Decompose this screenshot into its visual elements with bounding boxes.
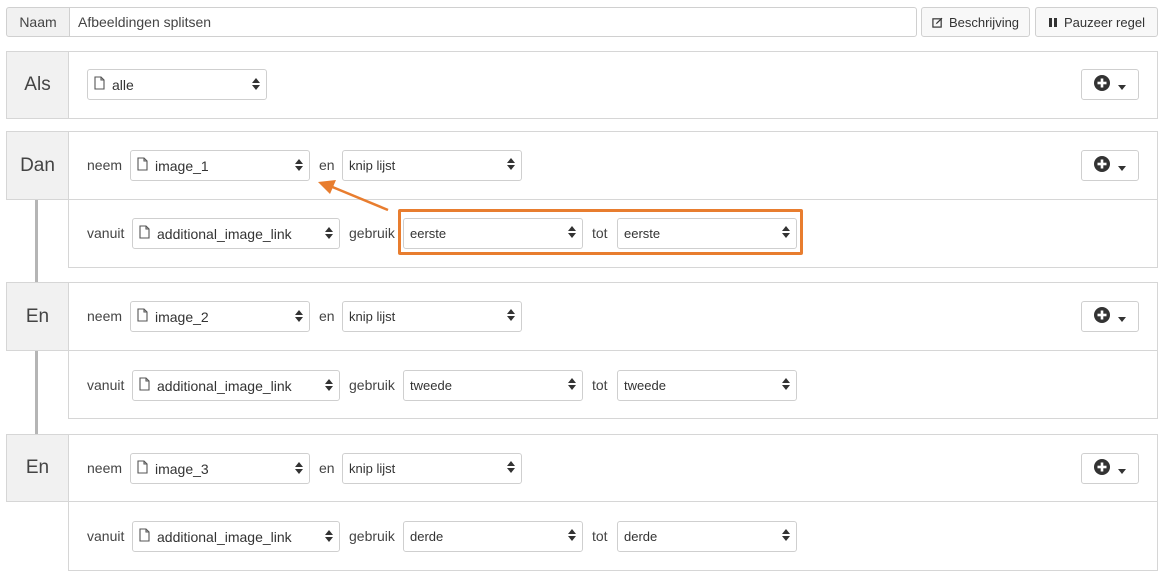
source-field-value: additional_image_link: [157, 225, 292, 242]
sort-arrows-icon: [252, 77, 260, 93]
take-keyword: neem: [87, 308, 123, 324]
target-field-value: image_3: [155, 460, 209, 477]
file-icon: [94, 76, 105, 93]
from-position-value: derde: [410, 529, 444, 544]
action-value: knip lijst: [349, 309, 396, 324]
if-condition-select[interactable]: alle: [87, 69, 267, 100]
from-keyword: vanuit: [87, 377, 125, 393]
highlight-box: [398, 209, 803, 255]
and-label: En: [6, 434, 69, 502]
from-position-value: tweede: [410, 378, 452, 393]
source-field-select[interactable]: additional_image_link: [132, 218, 340, 249]
file-icon: [139, 528, 150, 545]
file-icon: [137, 460, 148, 477]
if-condition-value: alle: [112, 76, 134, 93]
and-keyword: en: [319, 460, 335, 476]
plus-circle-icon: [1094, 156, 1110, 175]
name-label: Naam: [6, 7, 70, 37]
sort-arrows-icon: [295, 309, 303, 325]
sort-arrows-icon: [325, 529, 333, 545]
to-position-select[interactable]: tweede: [617, 370, 797, 401]
rule-name-input[interactable]: [69, 7, 917, 37]
and-label: En: [6, 282, 69, 351]
plus-circle-icon: [1094, 75, 1110, 94]
sort-arrows-icon: [507, 158, 515, 173]
target-field-select[interactable]: image_2: [130, 301, 310, 332]
target-field-select[interactable]: image_3: [130, 453, 310, 484]
source-field-value: additional_image_link: [157, 528, 292, 545]
and-keyword: en: [319, 308, 335, 324]
file-icon: [137, 157, 148, 174]
pause-icon: [1048, 17, 1058, 28]
sort-arrows-icon: [568, 529, 576, 544]
then-label: Dan: [6, 131, 69, 200]
plus-circle-icon: [1094, 459, 1110, 478]
take-keyword: neem: [87, 460, 123, 476]
sort-arrows-icon: [507, 309, 515, 324]
sort-arrows-icon: [782, 378, 790, 393]
use-keyword: gebruik: [349, 528, 395, 544]
caret-down-icon: [1118, 77, 1126, 93]
to-position-value: derde: [624, 529, 658, 544]
use-keyword: gebruik: [349, 377, 395, 393]
caret-down-icon: [1118, 158, 1126, 174]
file-icon: [139, 377, 150, 394]
description-button[interactable]: Beschrijving: [921, 7, 1030, 37]
edit-icon: [932, 17, 943, 28]
annotation-arrow: [318, 180, 389, 212]
from-position-select[interactable]: tweede: [403, 370, 583, 401]
action-value: knip lijst: [349, 461, 396, 476]
source-field-select[interactable]: additional_image_link: [132, 370, 340, 401]
if-label: Als: [6, 51, 69, 119]
to-position-value: tweede: [624, 378, 666, 393]
caret-down-icon: [1118, 309, 1126, 325]
add-action-button[interactable]: [1081, 150, 1139, 181]
action-select[interactable]: knip lijst: [342, 453, 522, 484]
sort-arrows-icon: [568, 378, 576, 393]
file-icon: [139, 225, 150, 242]
connector-line: [35, 199, 38, 283]
caret-down-icon: [1118, 461, 1126, 477]
add-condition-button[interactable]: [1081, 69, 1139, 100]
sort-arrows-icon: [782, 529, 790, 544]
use-keyword: gebruik: [349, 225, 395, 241]
description-button-label: Beschrijving: [948, 14, 1020, 30]
target-field-value: image_2: [155, 308, 209, 325]
sort-arrows-icon: [507, 461, 515, 476]
take-keyword: neem: [87, 157, 123, 173]
to-position-select[interactable]: derde: [617, 521, 797, 552]
file-icon: [137, 308, 148, 325]
source-field-select[interactable]: additional_image_link: [132, 521, 340, 552]
action-select[interactable]: knip lijst: [342, 301, 522, 332]
connector-line: [35, 350, 38, 435]
from-keyword: vanuit: [87, 225, 125, 241]
source-field-value: additional_image_link: [157, 377, 292, 394]
plus-circle-icon: [1094, 307, 1110, 326]
add-action-button[interactable]: [1081, 301, 1139, 332]
pause-button-label: Pauzeer regel: [1064, 14, 1145, 30]
add-action-button[interactable]: [1081, 453, 1139, 484]
sort-arrows-icon: [325, 226, 333, 242]
to-keyword: tot: [592, 528, 608, 544]
sort-arrows-icon: [295, 461, 303, 477]
target-field-value: image_1: [155, 157, 209, 174]
from-keyword: vanuit: [87, 528, 125, 544]
target-field-select[interactable]: image_1: [130, 150, 310, 181]
from-position-select[interactable]: derde: [403, 521, 583, 552]
sort-arrows-icon: [325, 378, 333, 394]
pause-rule-button[interactable]: Pauzeer regel: [1035, 7, 1158, 37]
to-keyword: tot: [592, 377, 608, 393]
